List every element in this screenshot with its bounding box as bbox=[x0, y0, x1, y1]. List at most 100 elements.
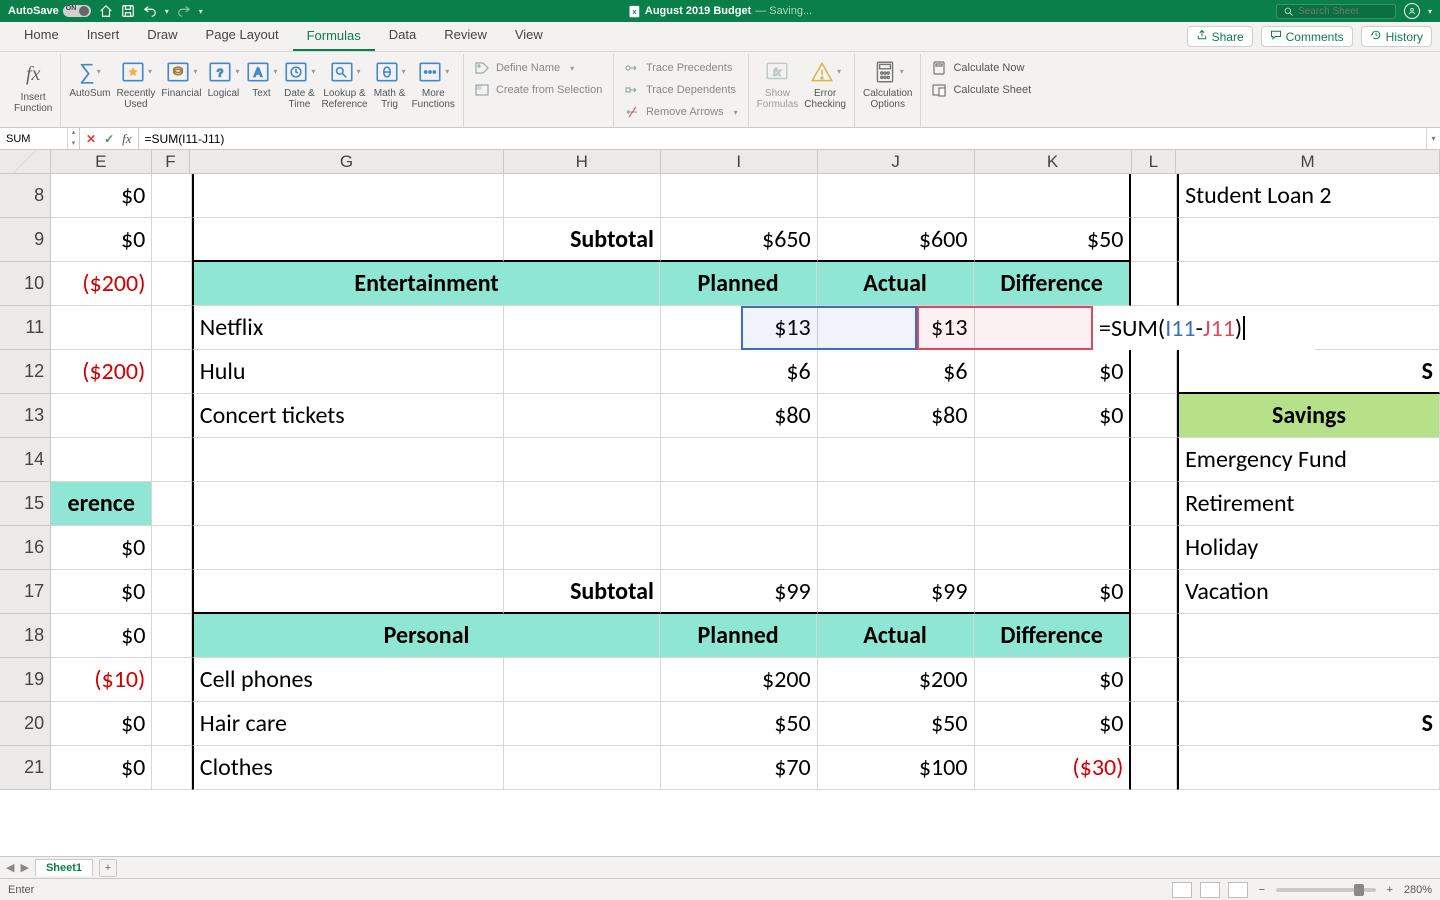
undo-icon[interactable] bbox=[143, 4, 157, 18]
cell-I16[interactable] bbox=[661, 526, 818, 570]
tab-insert[interactable]: Insert bbox=[73, 21, 134, 51]
comments-button[interactable]: Comments bbox=[1261, 26, 1353, 47]
spreadsheet-grid[interactable]: E F G H I J K L M 8$0Student Loan 29$0Su… bbox=[0, 150, 1440, 856]
cell-H11[interactable] bbox=[504, 306, 661, 350]
autosave-toggle[interactable]: AutoSave ON bbox=[8, 5, 91, 17]
zoom-in-button[interactable]: + bbox=[1384, 884, 1396, 896]
text-button[interactable]: A▾ Text bbox=[243, 57, 279, 100]
user-account-icon[interactable] bbox=[1404, 3, 1420, 19]
cell-J19[interactable]: $200 bbox=[818, 658, 975, 702]
redo-icon[interactable] bbox=[177, 4, 191, 18]
sheet-tab-sheet1[interactable]: Sheet1 bbox=[35, 859, 93, 876]
cell-G18[interactable]: Personal bbox=[192, 614, 660, 658]
cell-K9[interactable]: $50 bbox=[975, 218, 1132, 262]
remove-arrows-button[interactable]: Remove Arrows bbox=[620, 101, 742, 123]
cell-E12[interactable]: ($200) bbox=[51, 350, 152, 394]
tab-page-layout[interactable]: Page Layout bbox=[192, 21, 293, 51]
row-head[interactable]: 14 bbox=[0, 438, 51, 482]
cell-I20[interactable]: $50 bbox=[661, 702, 818, 746]
cell-G17[interactable] bbox=[192, 570, 504, 614]
view-page-break-icon[interactable] bbox=[1228, 882, 1248, 898]
add-sheet-button[interactable]: + bbox=[99, 859, 117, 877]
tab-formulas[interactable]: Formulas bbox=[293, 22, 375, 52]
row-head[interactable]: 18 bbox=[0, 614, 51, 658]
view-normal-icon[interactable] bbox=[1172, 882, 1192, 898]
col-E[interactable]: E bbox=[51, 150, 152, 173]
name-box[interactable]: ▴▾ bbox=[0, 128, 80, 149]
cell-I13[interactable]: $80 bbox=[661, 394, 818, 438]
cell-M9[interactable] bbox=[1177, 218, 1440, 262]
cell-F18[interactable] bbox=[152, 614, 192, 658]
cell-E13[interactable] bbox=[51, 394, 152, 438]
cell-G9[interactable] bbox=[192, 218, 504, 262]
row-head[interactable]: 19 bbox=[0, 658, 51, 702]
cell-F11[interactable] bbox=[152, 306, 191, 350]
cell-E19[interactable]: ($10) bbox=[51, 658, 152, 702]
row-head[interactable]: 17 bbox=[0, 570, 51, 614]
cell-G19[interactable]: Cell phones bbox=[192, 658, 504, 702]
cell-K14[interactable] bbox=[975, 438, 1132, 482]
cell-J10[interactable]: Actual bbox=[817, 262, 974, 306]
cell-H13[interactable] bbox=[504, 394, 661, 438]
cell-K10[interactable]: Difference bbox=[974, 262, 1131, 306]
cell-F8[interactable] bbox=[152, 174, 191, 218]
tab-home[interactable]: Home bbox=[10, 21, 73, 51]
cell-E8[interactable]: $0 bbox=[51, 174, 152, 218]
cell-M10[interactable] bbox=[1177, 262, 1440, 306]
cell-K18[interactable]: Difference bbox=[974, 614, 1131, 658]
cell-M20[interactable]: S bbox=[1177, 702, 1440, 746]
cell-F17[interactable] bbox=[152, 570, 191, 614]
cell-K19[interactable]: $0 bbox=[975, 658, 1132, 702]
cell-K20[interactable]: $0 bbox=[975, 702, 1132, 746]
cell-G13[interactable]: Concert tickets bbox=[192, 394, 504, 438]
zoom-level[interactable]: 280% bbox=[1404, 884, 1432, 896]
col-L[interactable]: L bbox=[1132, 150, 1177, 173]
cell-F14[interactable] bbox=[152, 438, 191, 482]
search-sheet[interactable] bbox=[1276, 4, 1396, 19]
row-head[interactable]: 8 bbox=[0, 174, 51, 218]
cell-J9[interactable]: $600 bbox=[818, 218, 975, 262]
cell-L20[interactable] bbox=[1131, 702, 1177, 746]
cell-E15[interactable]: erence bbox=[51, 482, 152, 526]
cell-G8[interactable] bbox=[192, 174, 504, 218]
cell-H20[interactable] bbox=[504, 702, 661, 746]
cancel-formula-icon[interactable]: ✕ bbox=[86, 132, 96, 146]
col-H[interactable]: H bbox=[504, 150, 661, 173]
cell-L9[interactable] bbox=[1131, 218, 1177, 262]
cell-E17[interactable]: $0 bbox=[51, 570, 152, 614]
cell-E16[interactable]: $0 bbox=[51, 526, 152, 570]
cell-L19[interactable] bbox=[1131, 658, 1177, 702]
cell-K12[interactable]: $0 bbox=[975, 350, 1132, 394]
cell-J11[interactable]: $13 bbox=[818, 306, 975, 350]
col-I[interactable]: I bbox=[661, 150, 818, 173]
search-input[interactable] bbox=[1298, 6, 1389, 17]
zoom-slider[interactable] bbox=[1276, 888, 1376, 892]
cell-G20[interactable]: Hair care bbox=[192, 702, 504, 746]
share-button[interactable]: Share bbox=[1187, 26, 1253, 47]
cell-J18[interactable]: Actual bbox=[817, 614, 974, 658]
cell-H17[interactable]: Subtotal bbox=[504, 570, 661, 614]
cell-I12[interactable]: $6 bbox=[661, 350, 818, 394]
cell-F9[interactable] bbox=[152, 218, 191, 262]
user-dropdown-icon[interactable]: ▾ bbox=[1428, 7, 1432, 16]
date-time-button[interactable]: ▾ Date & Time bbox=[281, 57, 317, 110]
cell-F15[interactable] bbox=[152, 482, 191, 526]
cell-M8[interactable]: Student Loan 2 bbox=[1177, 174, 1440, 218]
cell-I10[interactable]: Planned bbox=[660, 262, 817, 306]
formula-expand-icon[interactable]: ▾ bbox=[1426, 128, 1440, 149]
cell-G21[interactable]: Clothes bbox=[192, 746, 504, 790]
cell-K16[interactable] bbox=[975, 526, 1132, 570]
cell-M19[interactable] bbox=[1177, 658, 1440, 702]
cell-M12[interactable]: S bbox=[1177, 350, 1440, 394]
row-head[interactable]: 21 bbox=[0, 746, 51, 790]
cell-I9[interactable]: $650 bbox=[661, 218, 818, 262]
cell-K15[interactable] bbox=[975, 482, 1132, 526]
more-functions-button[interactable]: ▾ More Functions bbox=[410, 57, 457, 110]
cell-L21[interactable] bbox=[1131, 746, 1177, 790]
cell-H12[interactable] bbox=[504, 350, 661, 394]
cell-L16[interactable] bbox=[1131, 526, 1177, 570]
tab-review[interactable]: Review bbox=[430, 21, 501, 51]
cell-M15[interactable]: Retirement bbox=[1177, 482, 1440, 526]
row-head[interactable]: 11 bbox=[0, 306, 51, 350]
cell-L12[interactable] bbox=[1131, 350, 1177, 394]
